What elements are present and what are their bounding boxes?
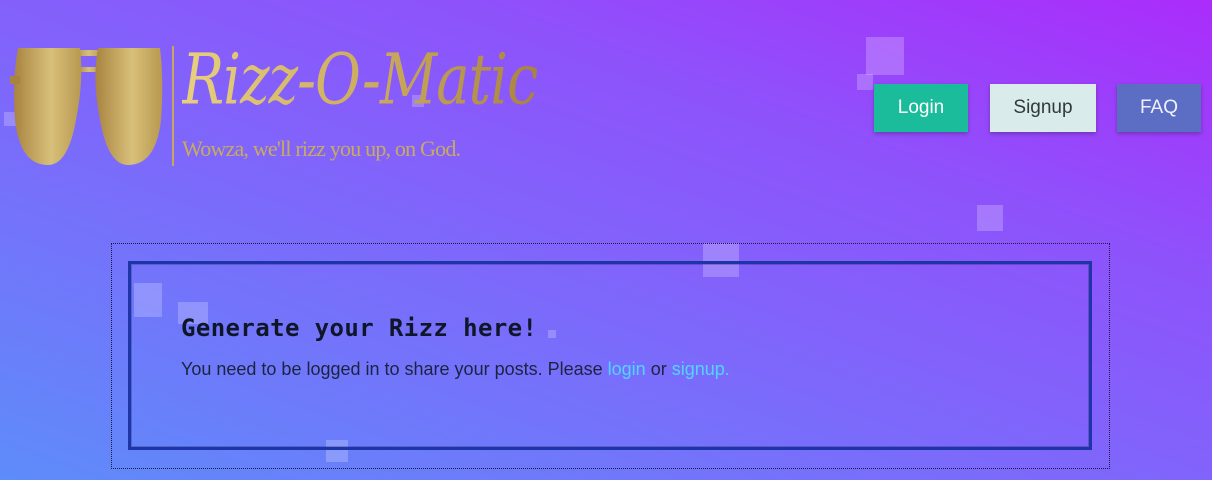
login-link[interactable]: login: [608, 359, 646, 379]
message-prefix: You need to be logged in to share your p…: [181, 359, 603, 379]
signup-button[interactable]: Signup: [990, 84, 1096, 132]
faq-button[interactable]: FAQ: [1117, 84, 1201, 132]
sunglasses-icon: [10, 48, 163, 165]
login-button[interactable]: Login: [874, 84, 968, 132]
decorative-square: [857, 74, 873, 90]
logo-title: Rizz-O-Matic: [182, 39, 538, 121]
generate-panel: [128, 261, 1092, 450]
signup-link[interactable]: signup.: [672, 359, 730, 379]
decorative-square: [866, 37, 904, 75]
or-text: or: [650, 359, 667, 379]
panel-title: Generate your Rizz here!: [181, 314, 538, 342]
logo-divider: [172, 46, 174, 166]
logo-tagline: Wowza, we'll rizz you up, on God.: [182, 136, 461, 161]
decorative-square: [977, 205, 1003, 231]
login-required-message: You need to be logged in to share your p…: [181, 359, 730, 380]
